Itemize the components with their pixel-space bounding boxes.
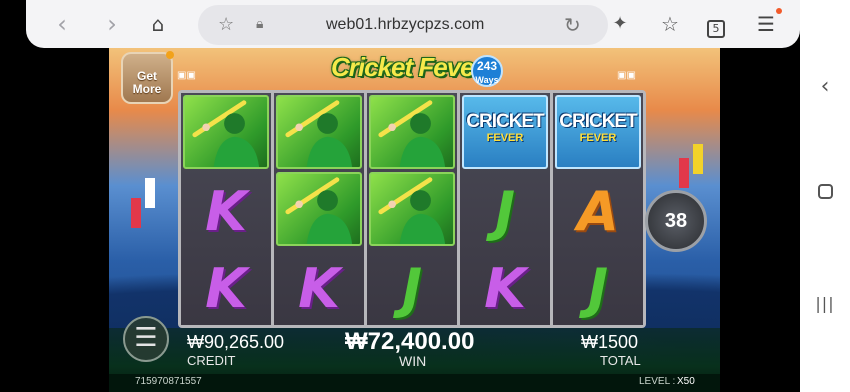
symbol-letter: J [587,257,609,320]
flag [131,198,141,228]
chevron-left-icon[interactable]: ‹ [48,10,76,38]
home-nav-icon[interactable] [814,184,836,203]
symbol-k: K [183,249,269,323]
get-more-button[interactable]: Get More [121,51,174,104]
total-value: ₩1500 [581,332,639,352]
symbol-letter: J [401,257,423,320]
scatter-title: CRICKET [466,111,544,132]
chevron-right-icon[interactable]: › [98,10,126,38]
tabs-button[interactable]: 5 [702,10,730,38]
credit-value: ₩90,265.00 [187,332,285,352]
level-label: LEVEL : [639,376,676,387]
scatter-subtitle: FEVER [579,132,617,144]
flag [679,158,689,188]
win-label: WIN [399,353,427,369]
menu-icon[interactable]: ☰ [752,10,780,38]
slot-game: Get More ▣▣ ▣▣ Cricket Fever 243 Ways KK… [109,48,720,392]
cricket-player-icon [285,100,353,167]
symbol-j: J [462,172,548,246]
ways-unit: Ways [475,75,499,85]
floodlight-icon: ▣▣ [177,70,196,81]
reel-column: KK [181,93,271,325]
symbol-k: K [462,249,548,323]
symbol-k: K [276,249,362,323]
credit-label: CREDIT [187,353,236,368]
sparkle-icon[interactable]: ✦ [606,10,634,38]
home-icon[interactable]: ⌂ [144,10,172,38]
symbol-player [369,95,455,169]
symbol-player [276,95,362,169]
symbol-player [183,95,269,169]
symbol-a: A [555,172,641,246]
win-value: ₩72,400.00 [345,328,475,355]
symbol-scatter: CRICKET FEVER [462,95,548,169]
symbol-letter: K [205,257,247,320]
symbol-letter: K [298,257,340,320]
scatter-title: CRICKET [559,111,637,132]
symbol-j: J [555,249,641,323]
floodlight-icon: ▣▣ [617,70,636,81]
ways-value: 243 [476,59,498,73]
back-nav-icon[interactable]: ‹ [814,74,836,99]
symbol-k: K [183,172,269,246]
symbol-letter: K [205,180,247,243]
address-bar[interactable]: ☆ 🔒︎ web01.hrbzycpzs.com ↻ [198,5,608,45]
menu-button[interactable]: ☰ [123,316,169,362]
system-navigation: ‹ ||| [800,0,850,392]
tab-count: 5 [707,20,725,38]
recents-nav-icon[interactable]: ||| [814,294,836,313]
bookmarks-icon[interactable]: ☆ [656,10,684,38]
level-value: X50 [677,376,695,387]
notification-dot [776,8,782,14]
reel-column: CRICKET FEVER A J [553,93,643,325]
symbol-letter: J [494,180,516,243]
reel-column: K [274,93,364,325]
cricket-player-icon [378,100,446,167]
cricket-player-icon [192,100,260,167]
flag [693,144,703,174]
reel-grid: K K K J CRICKET FEVER J K CRICKET FEVER A J [178,90,646,328]
star-icon[interactable]: ☆ [218,14,234,35]
auto-spin-counter[interactable]: 38 [645,190,707,252]
reel-column: CRICKET FEVER J K [460,93,550,325]
total-label: TOTAL [600,353,641,368]
lock-icon: 🔒︎ [256,16,264,32]
reel-column: J [367,93,457,325]
symbol-letter: A [577,180,619,243]
session-id: 715970871557 [135,376,202,387]
cricket-player-icon [285,177,353,244]
browser-toolbar: ‹ › ⌂ ☆ 🔒︎ web01.hrbzycpzs.com ↻ ✦ ☆ 5 ☰ [26,0,800,48]
symbol-scatter: CRICKET FEVER [555,95,641,169]
symbol-player [276,172,362,246]
flag [145,178,155,208]
ways-badge: 243 Ways [471,55,503,87]
symbol-letter: K [484,257,526,320]
logo-text: Cricket Fever [331,52,484,82]
cricket-player-icon [378,177,446,244]
url-text[interactable]: web01.hrbzycpzs.com [326,16,484,34]
scatter-subtitle: FEVER [486,132,524,144]
game-logo: Cricket Fever 243 Ways [331,52,503,90]
get-more-line2: More [132,82,162,96]
symbol-j: J [369,249,455,323]
symbol-player [369,172,455,246]
reload-icon[interactable]: ↻ [564,13,581,37]
